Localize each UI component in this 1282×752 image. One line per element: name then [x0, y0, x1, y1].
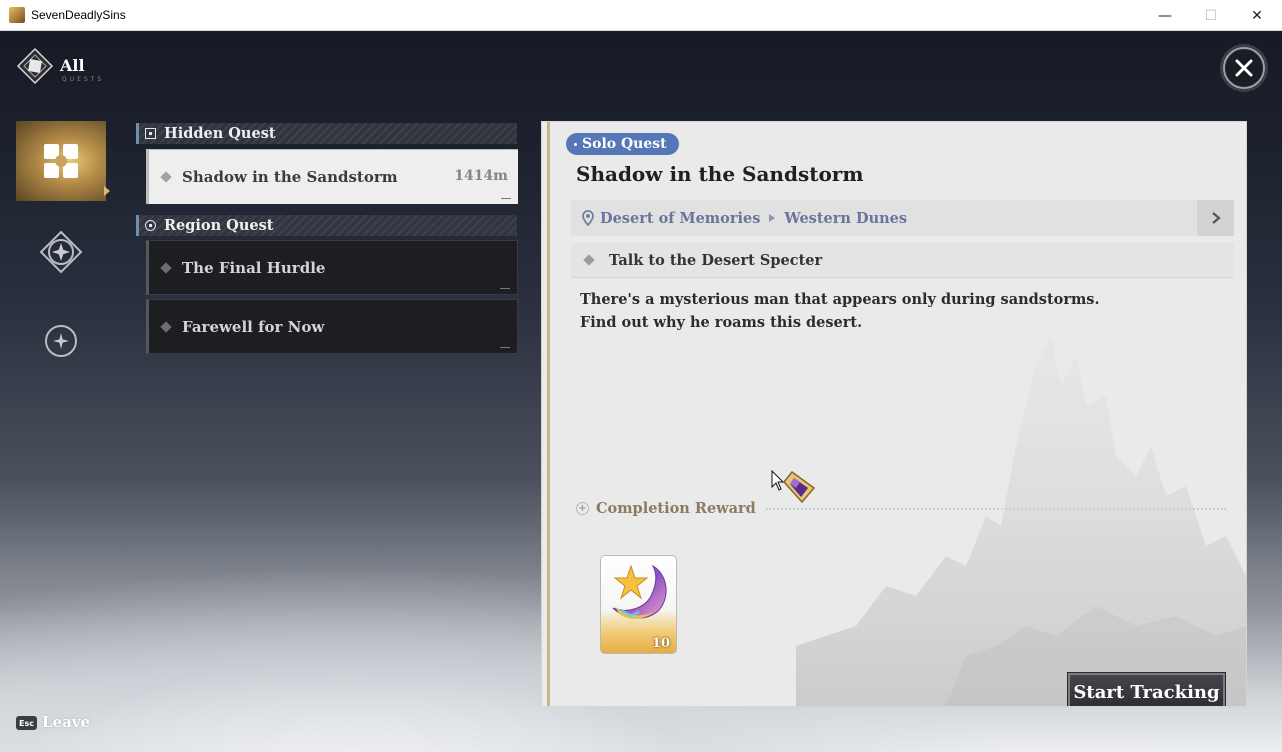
quest-distance: 1414m: [454, 168, 508, 184]
corner-mark: [500, 288, 510, 289]
chevron-right-icon: [1211, 212, 1221, 224]
badge-label: Solo Quest: [582, 136, 667, 152]
solo-quest-badge: Solo Quest: [566, 133, 679, 155]
square-bullet-icon: [145, 128, 156, 139]
window-title: SevenDeadlySins: [31, 8, 126, 22]
circle-bullet-icon: [145, 220, 156, 231]
plus-icon: +: [576, 502, 589, 515]
quest-detail-panel: Solo Quest Shadow in the Sandstorm Deser…: [541, 121, 1247, 707]
diamond-icon: [160, 261, 172, 274]
tab-main-quests[interactable]: [16, 212, 106, 292]
quest-item-farewell-for-now[interactable]: Farewell for Now: [146, 299, 518, 354]
section-label: Hidden Quest: [164, 125, 276, 142]
minimize-button[interactable]: —: [1142, 0, 1188, 31]
close-panel-button[interactable]: [1223, 47, 1265, 89]
tab-all-quests[interactable]: [16, 121, 106, 201]
close-window-button[interactable]: ✕: [1234, 0, 1280, 31]
compass-star-icon: [39, 230, 83, 274]
quest-title: Shadow in the Sandstorm: [182, 168, 398, 186]
quest-title: Farewell for Now: [182, 317, 325, 336]
section-header-hidden-quest: Hidden Quest: [136, 123, 517, 144]
maximize-button[interactable]: ☐: [1188, 0, 1234, 31]
reward-label: Completion Reward: [596, 500, 756, 517]
description-line: Find out why he roams this desert.: [580, 314, 863, 331]
active-tab-indicator: [104, 186, 110, 196]
quest-log-emblem-icon: [16, 47, 54, 85]
gem-cursor-icon: [783, 470, 816, 504]
corner-mark: [501, 198, 511, 199]
quest-item-shadow-in-the-sandstorm[interactable]: Shadow in the Sandstorm 1414m: [146, 149, 518, 204]
esc-key-hint: Esc: [16, 716, 37, 730]
app-icon: [9, 7, 25, 23]
game-viewport: All QUESTS Hidden Quest Shadow in the Sa…: [0, 31, 1282, 752]
quest-description: There's a mysterious man that appears on…: [580, 288, 1100, 334]
map-pin-icon: [582, 210, 594, 226]
diamond-icon: [160, 320, 172, 333]
diamond-icon: [160, 171, 172, 183]
reward-quantity: 10: [651, 636, 670, 651]
target-icon: [45, 325, 77, 357]
close-icon: [1235, 59, 1253, 77]
window-titlebar: SevenDeadlySins — ☐ ✕: [0, 0, 1282, 31]
breadcrumb-arrow-icon: [769, 214, 776, 222]
grid-icon: [44, 144, 78, 178]
location-region: Desert of Memories: [600, 209, 761, 227]
description-line: There's a mysterious man that appears on…: [580, 291, 1100, 308]
leave-button[interactable]: Leave: [42, 713, 90, 731]
diamond-icon: [583, 254, 595, 266]
dotted-divider: [765, 507, 1226, 510]
tab-side-quests[interactable]: [16, 301, 106, 381]
quest-title: The Final Hurdle: [182, 258, 326, 277]
quest-item-the-final-hurdle[interactable]: The Final Hurdle: [146, 240, 518, 295]
corner-mark: [500, 347, 510, 348]
badge-dot: [574, 142, 577, 146]
section-header-region-quest: Region Quest: [136, 215, 517, 236]
crescent-star-item-icon: [612, 564, 667, 620]
location-bar: Desert of Memories Western Dunes: [571, 200, 1234, 236]
location-area: Western Dunes: [784, 209, 908, 227]
open-map-button[interactable]: [1197, 200, 1234, 236]
section-label: Region Quest: [164, 217, 274, 234]
objective-text: Talk to the Desert Specter: [609, 251, 823, 269]
quest-detail-title: Shadow in the Sandstorm: [576, 162, 864, 186]
reward-item-card[interactable]: 10: [600, 555, 677, 654]
objective-bar: Talk to the Desert Specter: [571, 243, 1234, 278]
start-tracking-button[interactable]: Start Tracking: [1068, 673, 1225, 706]
completion-reward-header: + Completion Reward: [576, 500, 1226, 517]
mouse-pointer-icon: [771, 470, 785, 491]
category-title: All: [60, 56, 85, 75]
category-subtitle: QUESTS: [62, 76, 105, 83]
